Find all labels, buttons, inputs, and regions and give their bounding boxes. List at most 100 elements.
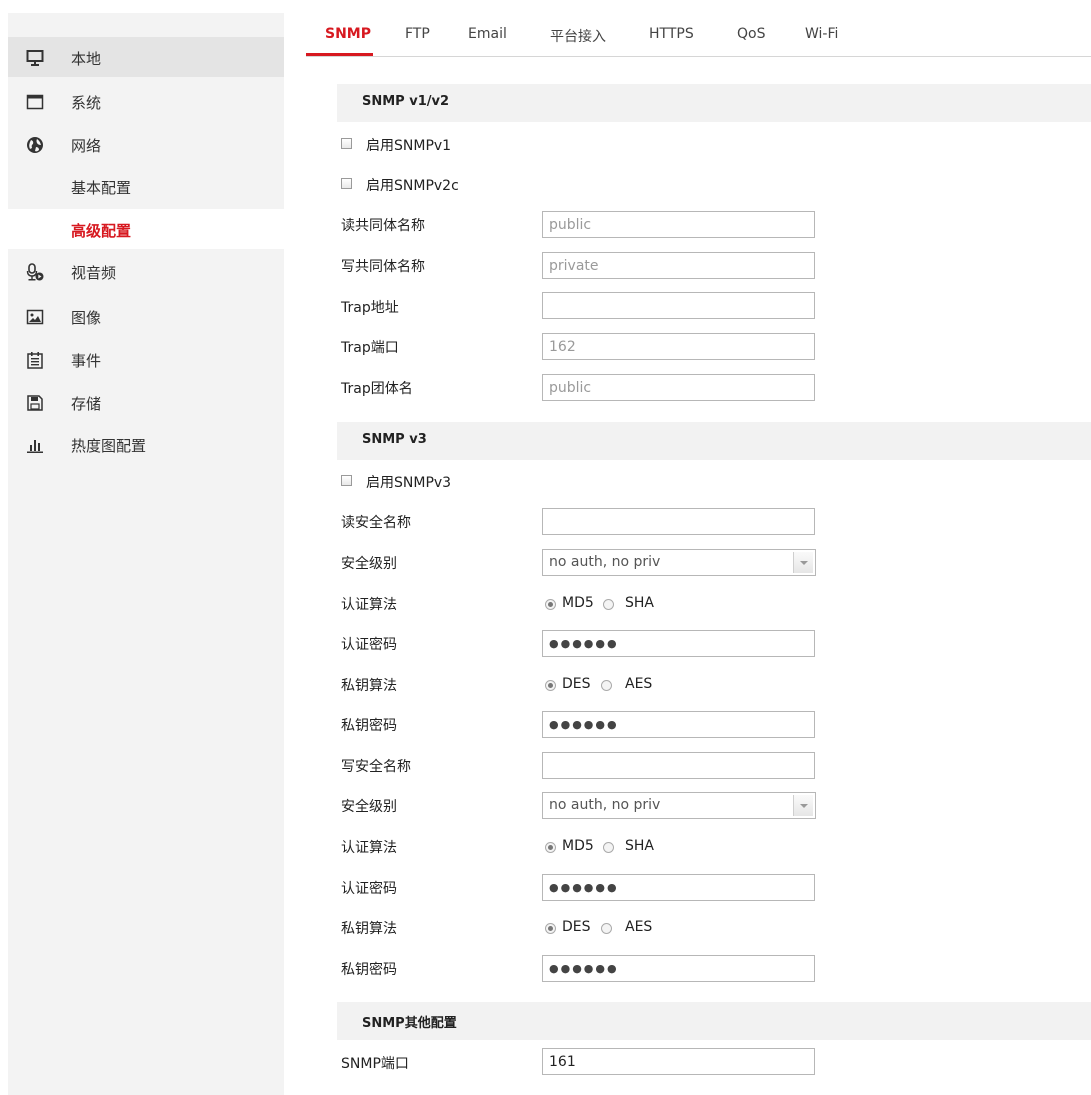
write-security-name-label: 写安全名称 [341, 759, 411, 775]
snmp-port-field[interactable] [542, 1048, 815, 1075]
sidebar-item-label: 图像 [71, 309, 102, 327]
sidebar-item-network[interactable]: 网络 [8, 124, 284, 164]
write-priv-aes-label[interactable]: AES [625, 919, 652, 935]
write-auth-md5-radio[interactable] [545, 842, 556, 853]
bar-chart-icon [27, 440, 43, 453]
sidebar-item-label: 基本配置 [71, 179, 132, 197]
sidebar-item-system[interactable]: 系统 [8, 81, 284, 121]
write-auth-sha-radio[interactable] [603, 842, 614, 853]
sidebar-item-advanced-config[interactable]: 高级配置 [8, 209, 284, 249]
read-auth-algorithm-label: 认证算法 [341, 597, 397, 613]
trap-community-field[interactable] [542, 374, 815, 401]
write-auth-md5-label[interactable]: MD5 [562, 838, 594, 854]
active-tab-indicator [306, 53, 373, 56]
sidebar-item-label: 存储 [71, 395, 102, 413]
read-auth-sha-label[interactable]: SHA [625, 595, 654, 611]
write-security-name-field[interactable] [542, 752, 815, 779]
trap-port-field[interactable] [542, 333, 815, 360]
read-auth-md5-radio[interactable] [545, 599, 556, 610]
trap-address-field[interactable] [542, 292, 815, 319]
sidebar: 本地 系统 网络 基本配置 高级配置 视音频 图像 事件 存储 热度图配置 [8, 13, 284, 1095]
image-icon [26, 309, 44, 325]
chevron-down-icon [793, 795, 813, 816]
section-title: SNMP v1/v2 [362, 94, 450, 109]
window-icon [26, 94, 44, 110]
tab-platform-access[interactable]: 平台接入 [550, 26, 606, 46]
section-header-snmp-other: SNMP其他配置 [337, 1002, 1091, 1040]
microphone-icon [26, 263, 44, 281]
enable-snmpv2c-label: 启用SNMPv2c [366, 178, 459, 194]
read-security-name-label: 读安全名称 [341, 515, 411, 531]
select-value: no auth, no priv [549, 554, 661, 570]
read-priv-password-field[interactable]: ●●●●●● [542, 711, 815, 738]
read-security-level-label: 安全级别 [341, 556, 397, 572]
globe-icon [27, 137, 43, 153]
sidebar-item-image[interactable]: 图像 [8, 296, 284, 336]
read-priv-password-label: 私钥密码 [341, 718, 397, 734]
section-header-snmp-v3: SNMP v3 [337, 422, 1091, 460]
sidebar-item-label: 事件 [71, 352, 102, 370]
sidebar-item-basic-config[interactable]: 基本配置 [8, 166, 284, 206]
snmp-port-label: SNMP端口 [341, 1056, 409, 1072]
enable-snmpv3-checkbox[interactable] [341, 475, 352, 486]
sidebar-item-video-audio[interactable]: 视音频 [8, 251, 284, 291]
write-priv-password-field[interactable]: ●●●●●● [542, 955, 815, 982]
tab-email[interactable]: Email [468, 26, 507, 42]
write-auth-password-field[interactable]: ●●●●●● [542, 874, 815, 901]
section-title: SNMP v3 [362, 432, 427, 447]
write-priv-password-label: 私钥密码 [341, 962, 397, 978]
save-icon [27, 395, 43, 411]
read-security-level-select[interactable]: no auth, no priv [542, 549, 816, 576]
write-community-field[interactable] [542, 252, 815, 279]
write-priv-aes-radio[interactable] [601, 923, 612, 934]
read-auth-password-field[interactable]: ●●●●●● [542, 630, 815, 657]
sidebar-item-label: 热度图配置 [71, 437, 147, 455]
tab-wifi[interactable]: Wi-Fi [805, 26, 838, 42]
write-auth-password-label: 认证密码 [341, 881, 397, 897]
read-security-name-field[interactable] [542, 508, 815, 535]
read-priv-aes-radio[interactable] [601, 680, 612, 691]
read-priv-des-label[interactable]: DES [562, 676, 591, 692]
tab-qos[interactable]: QoS [737, 26, 765, 42]
write-auth-sha-label[interactable]: SHA [625, 838, 654, 854]
write-community-label: 写共同体名称 [341, 259, 425, 275]
chevron-down-icon [793, 552, 813, 573]
enable-snmpv1-label: 启用SNMPv1 [366, 138, 452, 154]
sidebar-item-label: 视音频 [71, 264, 117, 282]
read-auth-sha-radio[interactable] [603, 599, 614, 610]
enable-snmpv2c-checkbox[interactable] [341, 178, 352, 189]
tab-ftp[interactable]: FTP [405, 26, 430, 42]
section-header-snmp-v1v2: SNMP v1/v2 [337, 84, 1091, 122]
calendar-icon [27, 352, 43, 369]
sidebar-item-heatmap-config[interactable]: 热度图配置 [8, 424, 284, 464]
read-auth-password-label: 认证密码 [341, 637, 397, 653]
sidebar-item-label: 高级配置 [71, 222, 132, 240]
tab-bar: SNMP FTP Email 平台接入 HTTPS QoS Wi-Fi [306, 14, 1091, 57]
read-priv-aes-label[interactable]: AES [625, 676, 652, 692]
write-security-level-select[interactable]: no auth, no priv [542, 792, 816, 819]
section-title: SNMP其他配置 [362, 1016, 457, 1031]
sidebar-item-label: 网络 [71, 137, 102, 155]
write-priv-des-radio[interactable] [545, 923, 556, 934]
sidebar-item-label: 本地 [71, 50, 102, 68]
enable-snmpv1-checkbox[interactable] [341, 138, 352, 149]
tab-https[interactable]: HTTPS [649, 26, 694, 42]
read-priv-des-radio[interactable] [545, 680, 556, 691]
sidebar-item-storage[interactable]: 存储 [8, 382, 284, 422]
tab-snmp[interactable]: SNMP [325, 26, 371, 42]
sidebar-item-event[interactable]: 事件 [8, 339, 284, 379]
trap-address-label: Trap地址 [341, 300, 399, 316]
trap-port-label: Trap端口 [341, 340, 399, 356]
write-priv-des-label[interactable]: DES [562, 919, 591, 935]
read-community-field[interactable] [542, 211, 815, 238]
enable-snmpv3-label: 启用SNMPv3 [366, 475, 452, 491]
sidebar-item-label: 系统 [71, 94, 102, 112]
trap-community-label: Trap团体名 [341, 381, 413, 397]
read-priv-algorithm-label: 私钥算法 [341, 678, 397, 694]
read-community-label: 读共同体名称 [341, 218, 425, 234]
write-priv-algorithm-label: 私钥算法 [341, 921, 397, 937]
write-security-level-label: 安全级别 [341, 799, 397, 815]
read-auth-md5-label[interactable]: MD5 [562, 595, 594, 611]
sidebar-item-local[interactable]: 本地 [8, 37, 284, 77]
select-value: no auth, no priv [549, 797, 661, 813]
